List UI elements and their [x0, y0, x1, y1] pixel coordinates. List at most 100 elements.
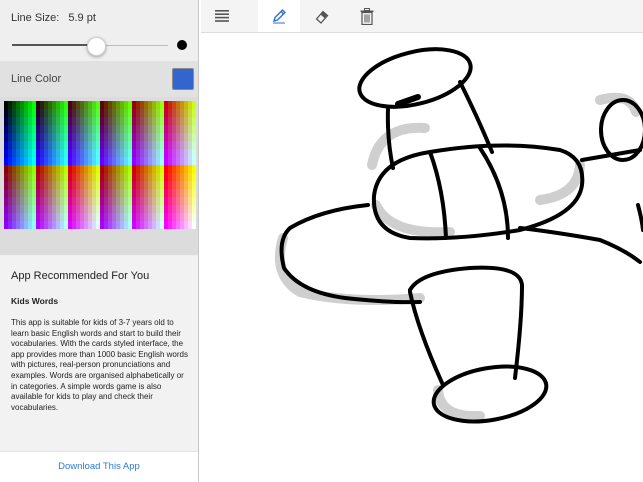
palette-swatch[interactable]	[24, 157, 28, 165]
palette-swatch[interactable]	[156, 149, 160, 157]
palette-swatch[interactable]	[132, 165, 136, 173]
palette-swatch[interactable]	[116, 205, 120, 213]
palette-swatch[interactable]	[148, 205, 152, 213]
palette-swatch[interactable]	[84, 197, 88, 205]
palette-swatch[interactable]	[112, 197, 116, 205]
palette-swatch[interactable]	[20, 157, 24, 165]
palette-swatch[interactable]	[192, 125, 196, 133]
palette-swatch[interactable]	[132, 149, 136, 157]
palette-swatch[interactable]	[92, 125, 96, 133]
palette-swatch[interactable]	[124, 205, 128, 213]
palette-swatch[interactable]	[68, 101, 72, 109]
palette-swatch[interactable]	[52, 125, 56, 133]
palette-swatch[interactable]	[44, 141, 48, 149]
palette-swatch[interactable]	[148, 125, 152, 133]
palette-swatch[interactable]	[60, 133, 64, 141]
palette-swatch[interactable]	[52, 173, 56, 181]
palette-swatch[interactable]	[124, 109, 128, 117]
palette-swatch[interactable]	[60, 197, 64, 205]
palette-swatch[interactable]	[164, 117, 168, 125]
palette-swatch[interactable]	[176, 213, 180, 221]
palette-swatch[interactable]	[32, 149, 36, 157]
palette-swatch[interactable]	[28, 101, 32, 109]
palette-swatch[interactable]	[4, 133, 8, 141]
palette-swatch[interactable]	[8, 197, 12, 205]
palette-swatch[interactable]	[24, 149, 28, 157]
palette-swatch[interactable]	[156, 157, 160, 165]
palette-swatch[interactable]	[44, 181, 48, 189]
palette-swatch[interactable]	[36, 149, 40, 157]
palette-swatch[interactable]	[88, 157, 92, 165]
palette-swatch[interactable]	[104, 197, 108, 205]
palette-swatch[interactable]	[64, 205, 68, 213]
palette-swatch[interactable]	[12, 173, 16, 181]
palette-swatch[interactable]	[56, 109, 60, 117]
palette-swatch[interactable]	[176, 109, 180, 117]
palette-swatch[interactable]	[4, 141, 8, 149]
palette-swatch[interactable]	[184, 149, 188, 157]
palette-swatch[interactable]	[96, 117, 100, 125]
palette-swatch[interactable]	[164, 141, 168, 149]
palette-swatch[interactable]	[136, 205, 140, 213]
palette-swatch[interactable]	[144, 101, 148, 109]
palette-swatch[interactable]	[148, 149, 152, 157]
palette-swatch[interactable]	[64, 213, 68, 221]
palette-swatch[interactable]	[192, 101, 196, 109]
palette-swatch[interactable]	[36, 205, 40, 213]
palette-swatch[interactable]	[44, 197, 48, 205]
palette-swatch[interactable]	[176, 189, 180, 197]
palette-swatch[interactable]	[24, 125, 28, 133]
palette-swatch[interactable]	[144, 181, 148, 189]
palette-swatch[interactable]	[44, 125, 48, 133]
palette-swatch[interactable]	[92, 109, 96, 117]
palette-swatch[interactable]	[132, 117, 136, 125]
palette-swatch[interactable]	[164, 173, 168, 181]
palette-swatch[interactable]	[76, 189, 80, 197]
palette-swatch[interactable]	[92, 221, 96, 229]
palette-swatch[interactable]	[88, 101, 92, 109]
palette-swatch[interactable]	[88, 197, 92, 205]
palette-swatch[interactable]	[112, 109, 116, 117]
palette-swatch[interactable]	[84, 109, 88, 117]
palette-swatch[interactable]	[28, 213, 32, 221]
palette-swatch[interactable]	[192, 197, 196, 205]
palette-swatch[interactable]	[40, 189, 44, 197]
palette-swatch[interactable]	[88, 117, 92, 125]
palette-swatch[interactable]	[112, 157, 116, 165]
palette-swatch[interactable]	[36, 181, 40, 189]
palette-swatch[interactable]	[44, 213, 48, 221]
palette-swatch[interactable]	[140, 101, 144, 109]
palette-swatch[interactable]	[116, 117, 120, 125]
palette-swatch[interactable]	[152, 117, 156, 125]
palette-swatch[interactable]	[168, 157, 172, 165]
palette-swatch[interactable]	[180, 101, 184, 109]
palette-swatch[interactable]	[28, 141, 32, 149]
palette-swatch[interactable]	[172, 157, 176, 165]
palette-swatch[interactable]	[84, 213, 88, 221]
palette-swatch[interactable]	[60, 117, 64, 125]
palette-swatch[interactable]	[172, 125, 176, 133]
palette-swatch[interactable]	[116, 125, 120, 133]
palette-swatch[interactable]	[124, 213, 128, 221]
palette-swatch[interactable]	[140, 173, 144, 181]
palette-swatch[interactable]	[172, 141, 176, 149]
palette-swatch[interactable]	[124, 125, 128, 133]
palette-swatch[interactable]	[20, 149, 24, 157]
palette-swatch[interactable]	[4, 189, 8, 197]
palette-swatch[interactable]	[180, 117, 184, 125]
palette-swatch[interactable]	[44, 117, 48, 125]
palette-swatch[interactable]	[28, 221, 32, 229]
palette-swatch[interactable]	[4, 109, 8, 117]
palette-swatch[interactable]	[52, 109, 56, 117]
palette-swatch[interactable]	[104, 173, 108, 181]
palette-swatch[interactable]	[64, 141, 68, 149]
palette-swatch[interactable]	[76, 101, 80, 109]
palette-swatch[interactable]	[16, 117, 20, 125]
palette-swatch[interactable]	[148, 213, 152, 221]
palette-swatch[interactable]	[140, 181, 144, 189]
palette-swatch[interactable]	[72, 133, 76, 141]
palette-swatch[interactable]	[4, 205, 8, 213]
palette-swatch[interactable]	[168, 141, 172, 149]
palette-swatch[interactable]	[36, 141, 40, 149]
palette-swatch[interactable]	[8, 157, 12, 165]
